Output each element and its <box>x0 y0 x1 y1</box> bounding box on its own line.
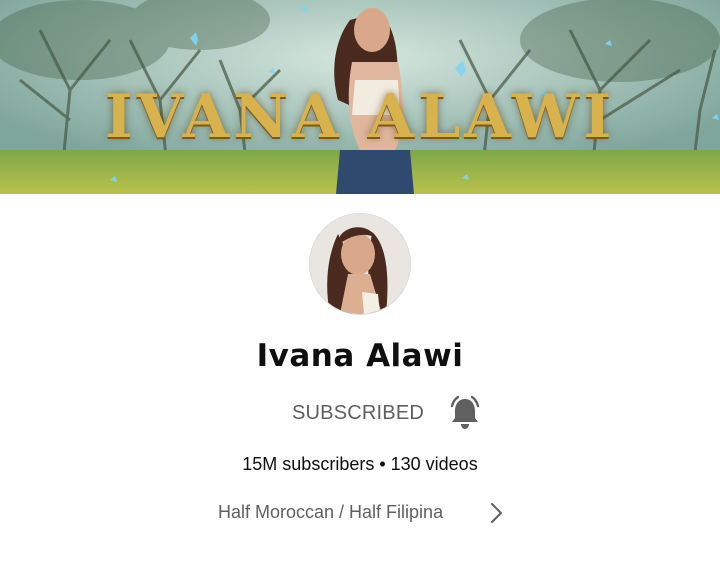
channel-description: Half Moroccan / Half Filipina <box>218 502 444 522</box>
notification-bell-icon[interactable] <box>446 394 484 432</box>
channel-page: IVANA ALAWI Ivana Alawi SUBSCRIBED 15M s… <box>0 0 720 562</box>
banner-title: IVANA ALAWI <box>104 82 616 152</box>
channel-banner: IVANA ALAWI <box>0 0 720 194</box>
channel-avatar[interactable] <box>310 214 410 314</box>
subscribed-button[interactable]: SUBSCRIBED <box>292 402 424 425</box>
channel-stats: 15M subscribers • 130 videos <box>242 454 478 474</box>
avatar-portrait <box>310 214 410 314</box>
chevron-right-icon <box>486 501 506 525</box>
subscribe-row: SUBSCRIBED <box>0 392 720 436</box>
channel-description-link[interactable]: Half Moroccan / Half Filipina <box>216 500 516 526</box>
channel-name: Ivana Alawi <box>256 338 464 374</box>
